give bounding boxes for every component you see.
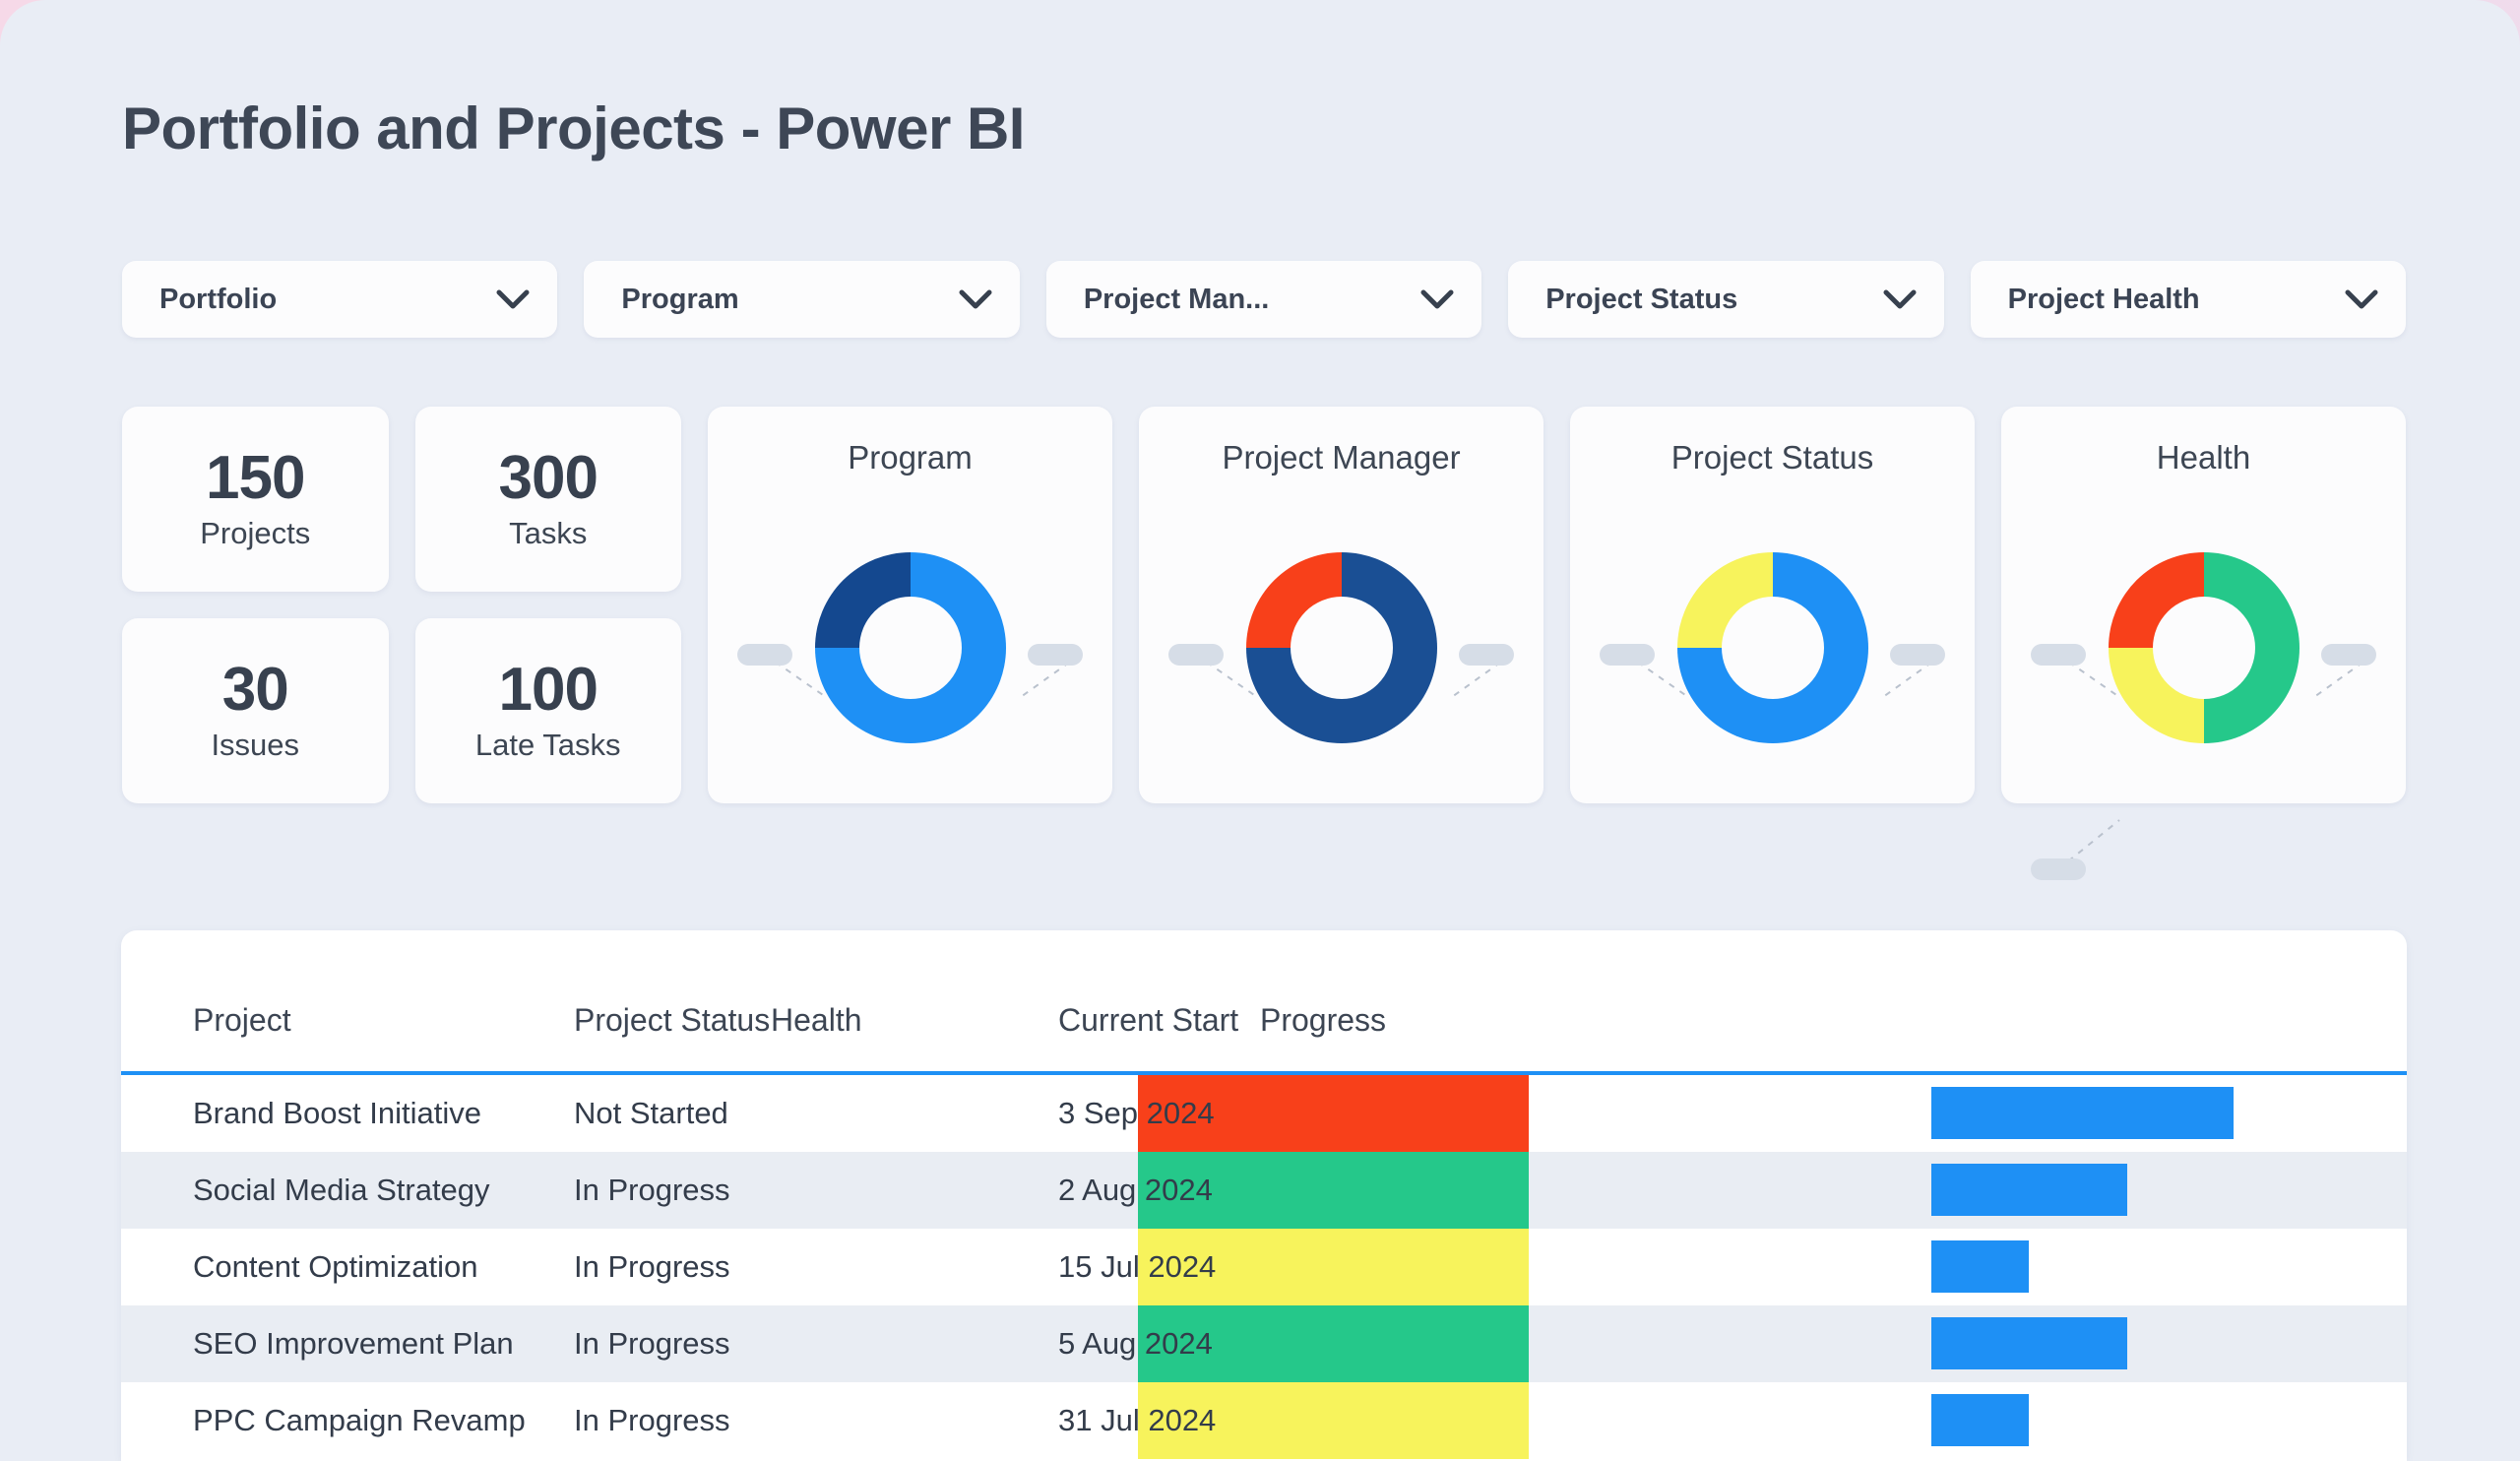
column-header-health: Health: [771, 1002, 862, 1039]
chevron-down-icon: [1420, 288, 1454, 310]
kpi-card-projects: 150 Projects: [122, 407, 389, 592]
donut-card-project-manager: Project Manager: [1139, 407, 1544, 803]
table-body: Brand Boost Initiative Not Started 3 Sep 2…: [121, 1075, 2407, 1459]
filter-label: Project Health: [2008, 284, 2200, 316]
column-header-current-start: Current Start: [1058, 1002, 1238, 1039]
metrics-band: 150 Projects 300 Tasks 30 Issues 100 Late Tasks…: [122, 407, 2406, 803]
donut-title: Health: [2001, 439, 2406, 476]
cell-project: SEO Improvement Plan: [193, 1305, 514, 1382]
donut-title: Project Manager: [1139, 439, 1544, 476]
kpi-label: Late Tasks: [475, 728, 621, 763]
filter-label: Portfolio: [159, 284, 277, 316]
callout-label-pill: [1890, 644, 1945, 666]
progress-bar-fill: [1931, 1240, 2029, 1293]
kpi-label: Projects: [200, 516, 310, 551]
kpi-label: Tasks: [509, 516, 587, 551]
donut-chart[interactable]: [1246, 552, 1437, 743]
cell-current-start: 15 Jul 2024: [1058, 1229, 1216, 1305]
table-header-row: Project Project StatusHealth Current Start…: [121, 930, 2407, 1075]
cell-current-start: 3 Sep 2024: [1058, 1075, 1215, 1152]
cell-project-status: In Progress: [574, 1229, 730, 1305]
kpi-grid: 150 Projects 300 Tasks 30 Issues 100 Late Tasks: [122, 407, 681, 803]
chevron-down-icon: [2345, 288, 2378, 310]
filter-bar: Portfolio Program Project Man... Project St…: [122, 261, 2406, 338]
filter-project-health[interactable]: Project Health: [1971, 261, 2406, 338]
progress-bar-fill: [1931, 1394, 2029, 1446]
progress-bar-fill: [1931, 1317, 2127, 1369]
table-row[interactable]: Brand Boost Initiative Not Started 3 Sep 2…: [121, 1075, 2407, 1152]
callout-label-pill: [2031, 644, 2086, 666]
callout-label-pill: [1168, 644, 1224, 666]
chevron-down-icon: [496, 288, 530, 310]
filter-label: Project Man...: [1084, 284, 1270, 316]
column-header-project-status: Project Status: [574, 1002, 770, 1039]
donut-card-project-status: Project Status: [1570, 407, 1975, 803]
cell-current-start: 2 Aug 2024: [1058, 1152, 1213, 1229]
kpi-label: Issues: [211, 728, 299, 763]
cell-current-start: 31 Jul 2024: [1058, 1382, 1216, 1459]
kpi-value: 30: [222, 659, 288, 721]
kpi-value: 150: [206, 447, 304, 509]
donut-chart[interactable]: [2109, 552, 2300, 743]
filter-program[interactable]: Program: [584, 261, 1019, 338]
kpi-card-late-tasks: 100 Late Tasks: [415, 618, 682, 803]
callout-label-pill: [2031, 858, 2086, 880]
progress-bar-fill: [1931, 1164, 2127, 1216]
table-row[interactable]: SEO Improvement Plan In Progress 5 Aug 202…: [121, 1305, 2407, 1382]
table-row[interactable]: Social Media Strategy In Progress 2 Aug 20…: [121, 1152, 2407, 1229]
donut-title: Program: [708, 439, 1112, 476]
callout-label-pill: [2321, 644, 2376, 666]
cell-project: Content Optimization: [193, 1229, 477, 1305]
kpi-card-tasks: 300 Tasks: [415, 407, 682, 592]
filter-project-man[interactable]: Project Man...: [1046, 261, 1481, 338]
callout-label-pill: [1459, 644, 1514, 666]
cell-project-status: Not Started: [574, 1075, 728, 1152]
cell-project: Social Media Strategy: [193, 1152, 490, 1229]
cell-progress-track: [1931, 1075, 2397, 1152]
cell-project-status: In Progress: [574, 1382, 730, 1459]
column-header-progress: Progress: [1260, 1002, 1386, 1039]
filter-label: Project Status: [1545, 284, 1737, 316]
projects-table: Project Project StatusHealth Current Start…: [121, 930, 2407, 1461]
cell-progress-track: [1931, 1382, 2397, 1459]
cell-project: PPC Campaign Revamp: [193, 1382, 526, 1459]
chevron-down-icon: [959, 288, 992, 310]
kpi-value: 100: [499, 659, 598, 721]
column-header-project: Project: [193, 1002, 291, 1039]
donut-card-health: Health: [2001, 407, 2406, 803]
dashboard-panel: Portfolio and Projects - Power BI Portfo…: [0, 0, 2520, 1461]
table-row[interactable]: Content Optimization In Progress 15 Jul 20…: [121, 1229, 2407, 1305]
cell-progress-track: [1931, 1152, 2397, 1229]
page-title: Portfolio and Projects - Power BI: [122, 95, 1025, 162]
table-row[interactable]: PPC Campaign Revamp In Progress 31 Jul 202…: [121, 1382, 2407, 1459]
kpi-value: 300: [499, 447, 598, 509]
donut-title: Project Status: [1570, 439, 1975, 476]
cell-progress-track: [1931, 1305, 2397, 1382]
cell-project-status: In Progress: [574, 1305, 730, 1382]
callout-label-pill: [737, 644, 792, 666]
cell-project: Brand Boost Initiative: [193, 1075, 481, 1152]
filter-label: Program: [621, 284, 738, 316]
chevron-down-icon: [1883, 288, 1917, 310]
cell-current-start: 5 Aug 2024: [1058, 1305, 1213, 1382]
cell-project-status: In Progress: [574, 1152, 730, 1229]
progress-bar-fill: [1931, 1087, 2234, 1139]
cell-progress-track: [1931, 1229, 2397, 1305]
donut-chart[interactable]: [1677, 552, 1868, 743]
donut-card-program: Program: [708, 407, 1112, 803]
callout-label-pill: [1028, 644, 1083, 666]
filter-portfolio[interactable]: Portfolio: [122, 261, 557, 338]
donut-chart[interactable]: [815, 552, 1006, 743]
callout-label-pill: [1600, 644, 1655, 666]
filter-project-status[interactable]: Project Status: [1508, 261, 1943, 338]
kpi-card-issues: 30 Issues: [122, 618, 389, 803]
